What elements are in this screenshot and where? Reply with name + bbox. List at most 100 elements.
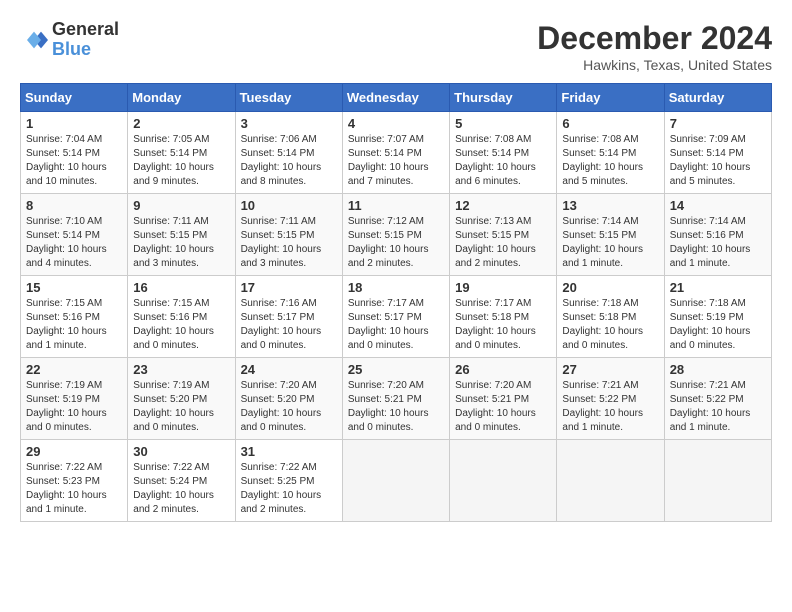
day-info: Sunrise: 7:09 AMSunset: 5:14 PMDaylight:… (670, 133, 766, 189)
day-info: Sunrise: 7:15 AMSunset: 5:16 PMDaylight:… (26, 297, 122, 353)
day-info: Sunrise: 7:14 AMSunset: 5:15 PMDaylight:… (562, 215, 658, 271)
day-number: 3 (241, 116, 337, 131)
day-info: Sunrise: 7:18 AMSunset: 5:19 PMDaylight:… (670, 297, 766, 353)
calendar-cell: 11Sunrise: 7:12 AMSunset: 5:15 PMDayligh… (342, 194, 449, 276)
day-number: 28 (670, 362, 766, 377)
day-info: Sunrise: 7:22 AMSunset: 5:25 PMDaylight:… (241, 461, 337, 517)
calendar-cell: 31 Sunrise: 7:22 AMSunset: 5:25 PMDayligh… (235, 440, 342, 522)
day-number: 7 (670, 116, 766, 131)
day-number: 10 (241, 198, 337, 213)
calendar-cell: 20 Sunrise: 7:18 AMSunset: 5:18 PMDayligh… (557, 276, 664, 358)
day-info: Sunrise: 7:07 AMSunset: 5:14 PMDaylight:… (348, 133, 444, 189)
calendar-week-row: 8 Sunrise: 7:10 AMSunset: 5:14 PMDaylight… (21, 194, 772, 276)
day-number: 22 (26, 362, 122, 377)
calendar-cell: 15 Sunrise: 7:15 AMSunset: 5:16 PMDayligh… (21, 276, 128, 358)
calendar-day-header: Monday (128, 84, 235, 112)
day-number: 1 (26, 116, 122, 131)
month-title: December 2024 (537, 20, 772, 57)
day-info: Sunrise: 7:16 AMSunset: 5:17 PMDaylight:… (241, 297, 337, 353)
title-block: December 2024 Hawkins, Texas, United Sta… (537, 20, 772, 73)
calendar-cell: 7 Sunrise: 7:09 AMSunset: 5:14 PMDaylight… (664, 112, 771, 194)
calendar-cell: 22Sunrise: 7:19 AMSunset: 5:19 PMDayligh… (21, 358, 128, 440)
day-number: 24 (241, 362, 337, 377)
day-info: Sunrise: 7:21 AMSunset: 5:22 PMDaylight:… (670, 379, 766, 435)
day-info: Sunrise: 7:04 AMSunset: 5:14 PMDaylight:… (26, 133, 122, 189)
calendar-cell: 17Sunrise: 7:16 AMSunset: 5:17 PMDayligh… (235, 276, 342, 358)
calendar-day-header: Sunday (21, 84, 128, 112)
day-number: 26 (455, 362, 551, 377)
day-info: Sunrise: 7:20 AMSunset: 5:21 PMDaylight:… (348, 379, 444, 435)
calendar-cell: 27 Sunrise: 7:21 AMSunset: 5:22 PMDayligh… (557, 358, 664, 440)
calendar-day-header: Thursday (450, 84, 557, 112)
day-number: 15 (26, 280, 122, 295)
calendar-week-row: 15 Sunrise: 7:15 AMSunset: 5:16 PMDayligh… (21, 276, 772, 358)
day-number: 6 (562, 116, 658, 131)
day-number: 5 (455, 116, 551, 131)
calendar-week-row: 22Sunrise: 7:19 AMSunset: 5:19 PMDayligh… (21, 358, 772, 440)
calendar-cell: 14Sunrise: 7:14 AMSunset: 5:16 PMDayligh… (664, 194, 771, 276)
day-info: Sunrise: 7:20 AMSunset: 5:20 PMDaylight:… (241, 379, 337, 435)
day-info: Sunrise: 7:15 AMSunset: 5:16 PMDaylight:… (133, 297, 229, 353)
day-number: 19 (455, 280, 551, 295)
calendar-day-header: Friday (557, 84, 664, 112)
day-info: Sunrise: 7:05 AMSunset: 5:14 PMDaylight:… (133, 133, 229, 189)
calendar-cell: 30 Sunrise: 7:22 AMSunset: 5:24 PMDayligh… (128, 440, 235, 522)
calendar-body: 1 Sunrise: 7:04 AMSunset: 5:14 PMDaylight… (21, 112, 772, 522)
calendar-header-row: SundayMondayTuesdayWednesdayThursdayFrid… (21, 84, 772, 112)
calendar-cell (450, 440, 557, 522)
page-header: General Blue December 2024 Hawkins, Texa… (20, 20, 772, 73)
day-info: Sunrise: 7:11 AMSunset: 5:15 PMDaylight:… (241, 215, 337, 271)
day-number: 13 (562, 198, 658, 213)
calendar-cell: 3 Sunrise: 7:06 AMSunset: 5:14 PMDaylight… (235, 112, 342, 194)
day-number: 29 (26, 444, 122, 459)
day-info: Sunrise: 7:21 AMSunset: 5:22 PMDaylight:… (562, 379, 658, 435)
calendar-cell: 12Sunrise: 7:13 AMSunset: 5:15 PMDayligh… (450, 194, 557, 276)
calendar-cell: 21 Sunrise: 7:18 AMSunset: 5:19 PMDayligh… (664, 276, 771, 358)
day-number: 8 (26, 198, 122, 213)
day-number: 4 (348, 116, 444, 131)
day-info: Sunrise: 7:13 AMSunset: 5:15 PMDaylight:… (455, 215, 551, 271)
calendar-cell: 9Sunrise: 7:11 AMSunset: 5:15 PMDaylight… (128, 194, 235, 276)
day-number: 31 (241, 444, 337, 459)
calendar-day-header: Tuesday (235, 84, 342, 112)
day-number: 23 (133, 362, 229, 377)
day-number: 2 (133, 116, 229, 131)
day-number: 9 (133, 198, 229, 213)
day-number: 21 (670, 280, 766, 295)
calendar-cell: 4 Sunrise: 7:07 AMSunset: 5:14 PMDaylight… (342, 112, 449, 194)
day-number: 16 (133, 280, 229, 295)
day-number: 20 (562, 280, 658, 295)
calendar-cell: 16 Sunrise: 7:15 AMSunset: 5:16 PMDayligh… (128, 276, 235, 358)
logo-text: General Blue (52, 20, 119, 60)
calendar-cell: 8 Sunrise: 7:10 AMSunset: 5:14 PMDaylight… (21, 194, 128, 276)
day-info: Sunrise: 7:17 AMSunset: 5:18 PMDaylight:… (455, 297, 551, 353)
calendar-day-header: Saturday (664, 84, 771, 112)
calendar-cell: 5 Sunrise: 7:08 AMSunset: 5:14 PMDaylight… (450, 112, 557, 194)
day-number: 27 (562, 362, 658, 377)
day-info: Sunrise: 7:06 AMSunset: 5:14 PMDaylight:… (241, 133, 337, 189)
calendar-cell: 10 Sunrise: 7:11 AMSunset: 5:15 PMDayligh… (235, 194, 342, 276)
day-info: Sunrise: 7:20 AMSunset: 5:21 PMDaylight:… (455, 379, 551, 435)
day-number: 11 (348, 198, 444, 213)
day-info: Sunrise: 7:17 AMSunset: 5:17 PMDaylight:… (348, 297, 444, 353)
calendar-week-row: 29Sunrise: 7:22 AMSunset: 5:23 PMDayligh… (21, 440, 772, 522)
day-number: 30 (133, 444, 229, 459)
calendar-cell (557, 440, 664, 522)
calendar-cell: 24 Sunrise: 7:20 AMSunset: 5:20 PMDayligh… (235, 358, 342, 440)
calendar-week-row: 1 Sunrise: 7:04 AMSunset: 5:14 PMDaylight… (21, 112, 772, 194)
location: Hawkins, Texas, United States (537, 57, 772, 73)
day-info: Sunrise: 7:18 AMSunset: 5:18 PMDaylight:… (562, 297, 658, 353)
calendar-cell: 23 Sunrise: 7:19 AMSunset: 5:20 PMDayligh… (128, 358, 235, 440)
day-number: 14 (670, 198, 766, 213)
day-info: Sunrise: 7:10 AMSunset: 5:14 PMDaylight:… (26, 215, 122, 271)
calendar-cell: 1 Sunrise: 7:04 AMSunset: 5:14 PMDaylight… (21, 112, 128, 194)
calendar-cell: 29Sunrise: 7:22 AMSunset: 5:23 PMDayligh… (21, 440, 128, 522)
day-info: Sunrise: 7:22 AMSunset: 5:24 PMDaylight:… (133, 461, 229, 517)
logo: General Blue (20, 20, 119, 60)
calendar-cell: 18Sunrise: 7:17 AMSunset: 5:17 PMDayligh… (342, 276, 449, 358)
calendar-cell: 6Sunrise: 7:08 AMSunset: 5:14 PMDaylight… (557, 112, 664, 194)
day-info: Sunrise: 7:19 AMSunset: 5:20 PMDaylight:… (133, 379, 229, 435)
day-info: Sunrise: 7:08 AMSunset: 5:14 PMDaylight:… (455, 133, 551, 189)
calendar-cell: 28 Sunrise: 7:21 AMSunset: 5:22 PMDayligh… (664, 358, 771, 440)
calendar-day-header: Wednesday (342, 84, 449, 112)
